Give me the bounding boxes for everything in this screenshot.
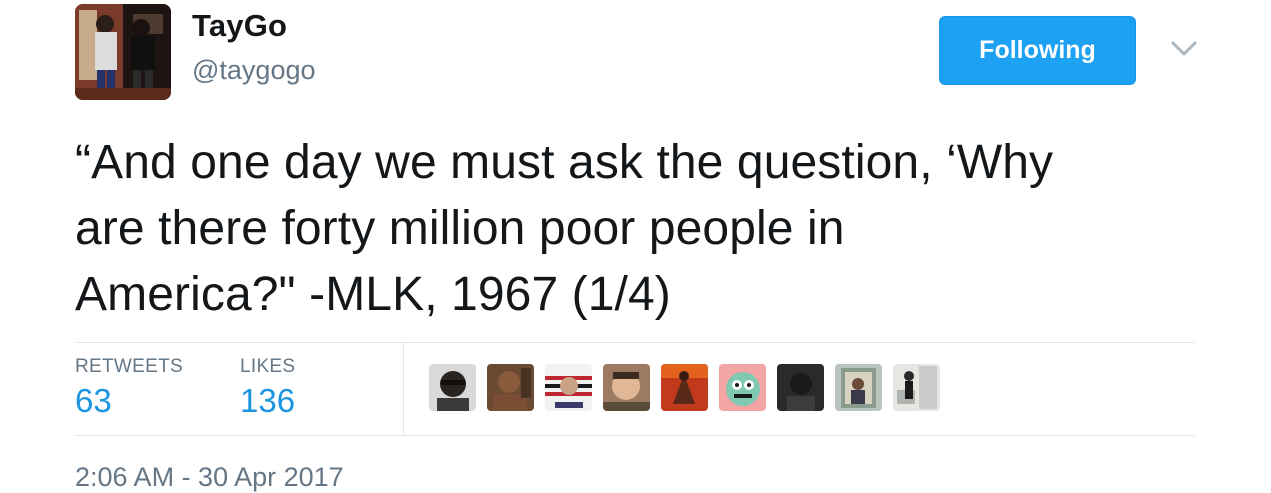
retweets-count: 63 [75, 382, 112, 419]
retweets-label: RETWEETS [75, 356, 183, 377]
profile-avatar[interactable] [75, 4, 171, 100]
liker-avatar-8[interactable] [835, 364, 882, 411]
author-handle[interactable]: @taygogo [192, 55, 316, 86]
tweet-timestamp[interactable]: 2:06 AM - 30 Apr 2017 [75, 462, 344, 493]
liker-avatar-4[interactable] [603, 364, 650, 411]
likes-label: LIKES [240, 356, 296, 377]
liker-avatar-5[interactable] [661, 364, 708, 411]
likes-stat[interactable]: LIKES 136 [240, 356, 295, 420]
tweet-text: “And one day we must ask the question, ‘… [75, 136, 1054, 321]
profile-avatar-image [75, 4, 171, 100]
liker-avatar-3[interactable] [545, 364, 592, 411]
following-button[interactable]: Following [939, 16, 1136, 85]
stats-bottom-divider [75, 435, 1195, 436]
stats-top-divider [75, 342, 1195, 343]
liker-avatar-6[interactable] [719, 364, 766, 411]
chevron-down-icon[interactable] [1168, 36, 1200, 60]
stats-vertical-divider [403, 343, 404, 435]
liker-avatar-7[interactable] [777, 364, 824, 411]
liker-avatar-1[interactable] [429, 364, 476, 411]
likes-count: 136 [240, 382, 296, 419]
liker-avatar-9[interactable] [893, 364, 940, 411]
author-display-name[interactable]: TayGo [192, 8, 287, 44]
liker-avatar-2[interactable] [487, 364, 534, 411]
retweets-stat[interactable]: RETWEETS 63 [75, 356, 183, 420]
